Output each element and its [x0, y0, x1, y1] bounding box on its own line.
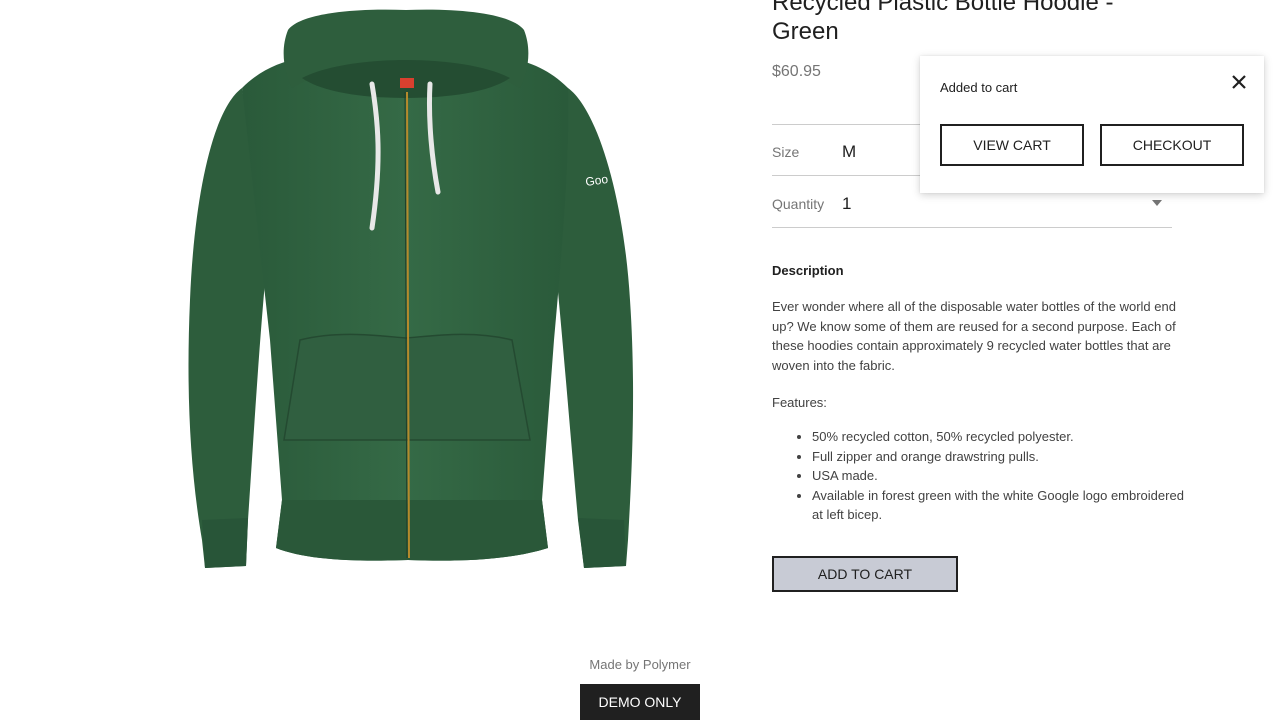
description-heading: Description	[772, 263, 844, 278]
add-to-cart-button[interactable]: ADD TO CART	[772, 556, 958, 592]
toast-message: Added to cart	[940, 80, 1018, 95]
product-image: Goo	[150, 0, 670, 590]
close-button[interactable]	[1228, 71, 1250, 93]
product-price: $60.95	[772, 63, 821, 80]
list-item: USA made.	[812, 466, 1192, 486]
features-list: 50% recycled cotton, 50% recycled polyes…	[772, 427, 1192, 525]
divider	[772, 227, 1172, 228]
features-label: Features:	[772, 395, 827, 410]
description-text: Ever wonder where all of the disposable …	[772, 299, 1176, 373]
added-to-cart-dialog: Added to cart VIEW CART CHECKOUT	[920, 56, 1264, 193]
list-item: Available in forest green with the white…	[812, 486, 1192, 525]
made-by-text: Made by Polymer	[589, 657, 691, 672]
demo-only-badge: DEMO ONLY	[580, 684, 700, 720]
view-cart-button[interactable]: VIEW CART	[940, 124, 1084, 166]
hoodie-illustration: Goo	[188, 9, 634, 568]
list-item: Full zipper and orange drawstring pulls.	[812, 447, 1192, 467]
list-item: 50% recycled cotton, 50% recycled polyes…	[812, 427, 1192, 447]
close-icon	[1232, 75, 1246, 89]
product-title: Recycled Plastic Bottle Hoodie - Green	[772, 0, 1114, 45]
checkout-button[interactable]: CHECKOUT	[1100, 124, 1244, 166]
